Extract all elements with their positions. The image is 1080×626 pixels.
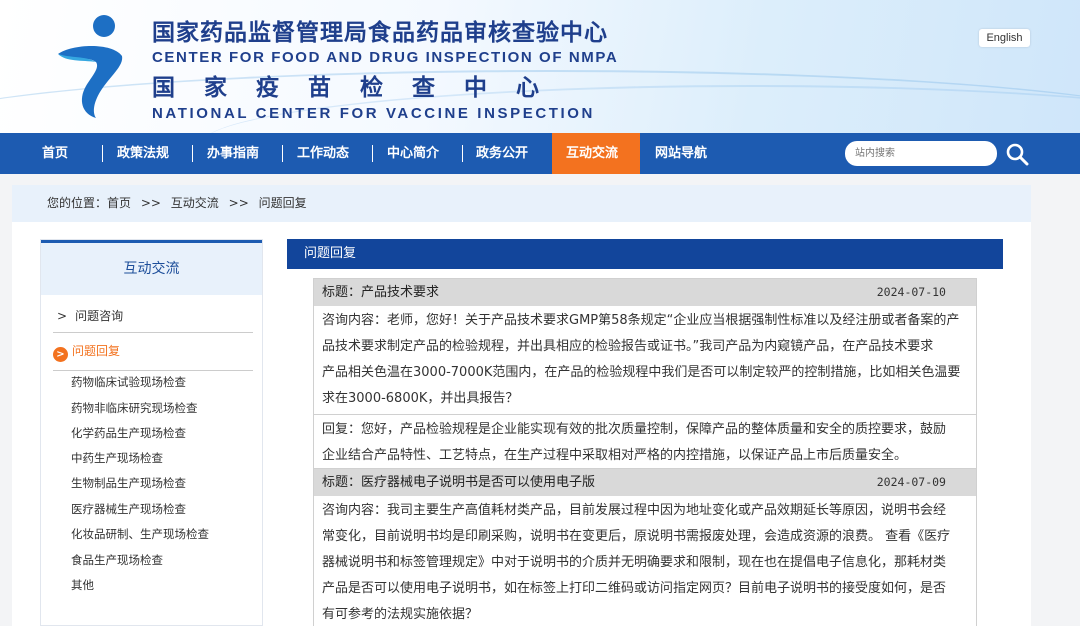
section-title: 问题回复 bbox=[287, 239, 1003, 269]
qa-title-label: 标题： bbox=[322, 475, 362, 490]
sidebar-title: 互动交流 bbox=[41, 240, 262, 295]
sidebar-item-replies[interactable]: > 问题回复 bbox=[53, 342, 120, 362]
qa-question-line: 产品是否可以使用电子说明书，如在标签上打印二维码或访问指定网页？目前电子说明书的… bbox=[322, 581, 947, 596]
nav-item-policy[interactable]: 政策法规 bbox=[103, 133, 183, 174]
qa-question-line: 品技术要求制定产品的检验规程，并出具相应的检验报告或证书。”我司产品为内窥镜产品… bbox=[322, 339, 934, 354]
qa-question: 咨询内容：老师，您好！关于产品技术要求GMP第58条规定“企业应当根据强制性标准… bbox=[314, 306, 976, 414]
chevron-right-icon: > bbox=[53, 347, 68, 362]
sidebar-divider bbox=[53, 370, 253, 371]
content-container: 您的位置：首页 >> 互动交流 >> 问题回复 互动交流 > 问题咨询 > 问题回复… bbox=[12, 185, 1031, 626]
site-title-cn: 国家药品监督管理局食品药品审核查验中心 bbox=[152, 20, 608, 46]
nav-item-interaction[interactable]: 互动交流 bbox=[552, 133, 640, 174]
qa-entry: 标题：医疗器械电子说明书是否可以使用电子版 2024-07-09 咨询内容：我司… bbox=[313, 468, 977, 626]
qa-reply-line: 企业结合产品特性、工艺特点，在生产过程中采取相对严格的内控措施，以保证产品上市后… bbox=[322, 448, 908, 463]
breadcrumb-home[interactable]: 首页 bbox=[107, 196, 131, 210]
sidebar-subitem[interactable]: 其他 bbox=[71, 576, 94, 594]
qa-title: 产品技术要求 bbox=[361, 285, 440, 300]
sidebar-item-label: 问题回复 bbox=[72, 344, 121, 358]
sidebar-subitem[interactable]: 化学药品生产现场检查 bbox=[71, 424, 186, 442]
site-title-en: CENTER FOR FOOD AND DRUG INSPECTION OF N… bbox=[152, 49, 619, 66]
breadcrumb-separator: >> bbox=[228, 196, 249, 210]
breadcrumb-current: 问题回复 bbox=[258, 196, 307, 210]
qa-title-label: 标题： bbox=[322, 285, 362, 300]
qa-question-line: 常变化，目前说明书均是印刷采购，说明书在变更后，原说明书需报废处理，会造成资源的… bbox=[322, 529, 951, 544]
qa-question-line: 产品相关色温在3000-7000K范围内，在产品的检验规程中我们是否可以制定较严… bbox=[322, 365, 961, 380]
breadcrumb-prefix: 您的位置： bbox=[47, 196, 108, 210]
nav-item-news[interactable]: 工作动态 bbox=[283, 133, 363, 174]
qa-question-line: 有可参考的法规实施依据？ bbox=[322, 607, 479, 622]
nav-item-about[interactable]: 中心简介 bbox=[373, 133, 453, 174]
nav-item-sitemap[interactable]: 网站导航 bbox=[641, 133, 721, 174]
qa-entry: 标题：产品技术要求 2024-07-10 咨询内容：老师，您好！关于产品技术要求… bbox=[313, 278, 977, 472]
sidebar-subitem[interactable]: 医疗器械生产现场检查 bbox=[71, 500, 186, 518]
qa-title-bar[interactable]: 标题：产品技术要求 2024-07-10 bbox=[314, 279, 976, 306]
site-subtitle-en: NATIONAL CENTER FOR VACCINE INSPECTION bbox=[152, 105, 595, 122]
sidebar-item-label: 问题咨询 bbox=[75, 309, 124, 323]
qa-question-line: 求在3000-6800K，并出具报告？ bbox=[322, 391, 519, 406]
breadcrumb-separator: >> bbox=[140, 196, 161, 210]
sidebar-subitem[interactable]: 药物非临床研究现场检查 bbox=[71, 399, 198, 417]
site-logo-icon[interactable] bbox=[52, 14, 132, 120]
qa-title: 医疗器械电子说明书是否可以使用电子版 bbox=[361, 475, 596, 490]
qa-reply: 回复：您好，产品检验规程是企业能实现有效的批次质量控制，保障产品的整体质量和安全… bbox=[314, 414, 976, 471]
search-icon[interactable] bbox=[1005, 142, 1029, 166]
sidebar-subitem[interactable]: 生物制品生产现场检查 bbox=[71, 474, 186, 492]
sidebar: 互动交流 > 问题咨询 > 问题回复 药物临床试验现场检查 药物非临床研究现场检查 … bbox=[40, 239, 263, 626]
nav-item-public-affairs[interactable]: 政务公开 bbox=[462, 133, 542, 174]
sidebar-item-inquiry[interactable]: > 问题咨询 bbox=[57, 307, 123, 324]
search-input[interactable] bbox=[845, 141, 997, 166]
qa-date: 2024-07-09 bbox=[876, 475, 946, 489]
nav-item-guide[interactable]: 办事指南 bbox=[193, 133, 273, 174]
sidebar-subitem[interactable]: 药物临床试验现场检查 bbox=[71, 373, 186, 391]
qa-title-bar[interactable]: 标题：医疗器械电子说明书是否可以使用电子版 2024-07-09 bbox=[314, 469, 976, 496]
english-button[interactable]: English bbox=[979, 29, 1030, 47]
qa-question-line: 器械说明书和标签管理规定》中对于说明书的介质并无明确要求和限制，现在也在提倡电子… bbox=[322, 555, 947, 570]
qa-question-line: 咨询内容：老师，您好！关于产品技术要求GMP第58条规定“企业应当根据强制性标准… bbox=[322, 313, 960, 328]
qa-date: 2024-07-10 bbox=[876, 285, 946, 299]
nav-item-home[interactable]: 首页 bbox=[28, 133, 82, 174]
site-subtitle-cn: 国家疫苗检查中心 bbox=[152, 75, 568, 101]
qa-reply-line: 回复：您好，产品检验规程是企业能实现有效的批次质量控制，保障产品的整体质量和安全… bbox=[322, 422, 947, 437]
breadcrumb: 您的位置：首页 >> 互动交流 >> 问题回复 bbox=[12, 185, 1031, 222]
qa-question-line: 咨询内容：我司主要生产高值耗材类产品，目前发展过程中因为地址变化或产品效期延长等… bbox=[322, 503, 947, 518]
sidebar-divider bbox=[53, 332, 253, 333]
qa-question: 咨询内容：我司主要生产高值耗材类产品，目前发展过程中因为地址变化或产品效期延长等… bbox=[314, 496, 976, 626]
breadcrumb-interaction[interactable]: 互动交流 bbox=[171, 196, 219, 210]
site-header: 国家药品监督管理局食品药品审核查验中心 CENTER FOR FOOD AND … bbox=[0, 0, 1080, 133]
sidebar-subitem[interactable]: 食品生产现场检查 bbox=[71, 551, 163, 569]
sidebar-subitem[interactable]: 化妆品研制、生产现场检查 bbox=[71, 525, 209, 543]
sidebar-subitem[interactable]: 中药生产现场检查 bbox=[71, 449, 163, 467]
chevron-right-icon: > bbox=[57, 309, 68, 323]
